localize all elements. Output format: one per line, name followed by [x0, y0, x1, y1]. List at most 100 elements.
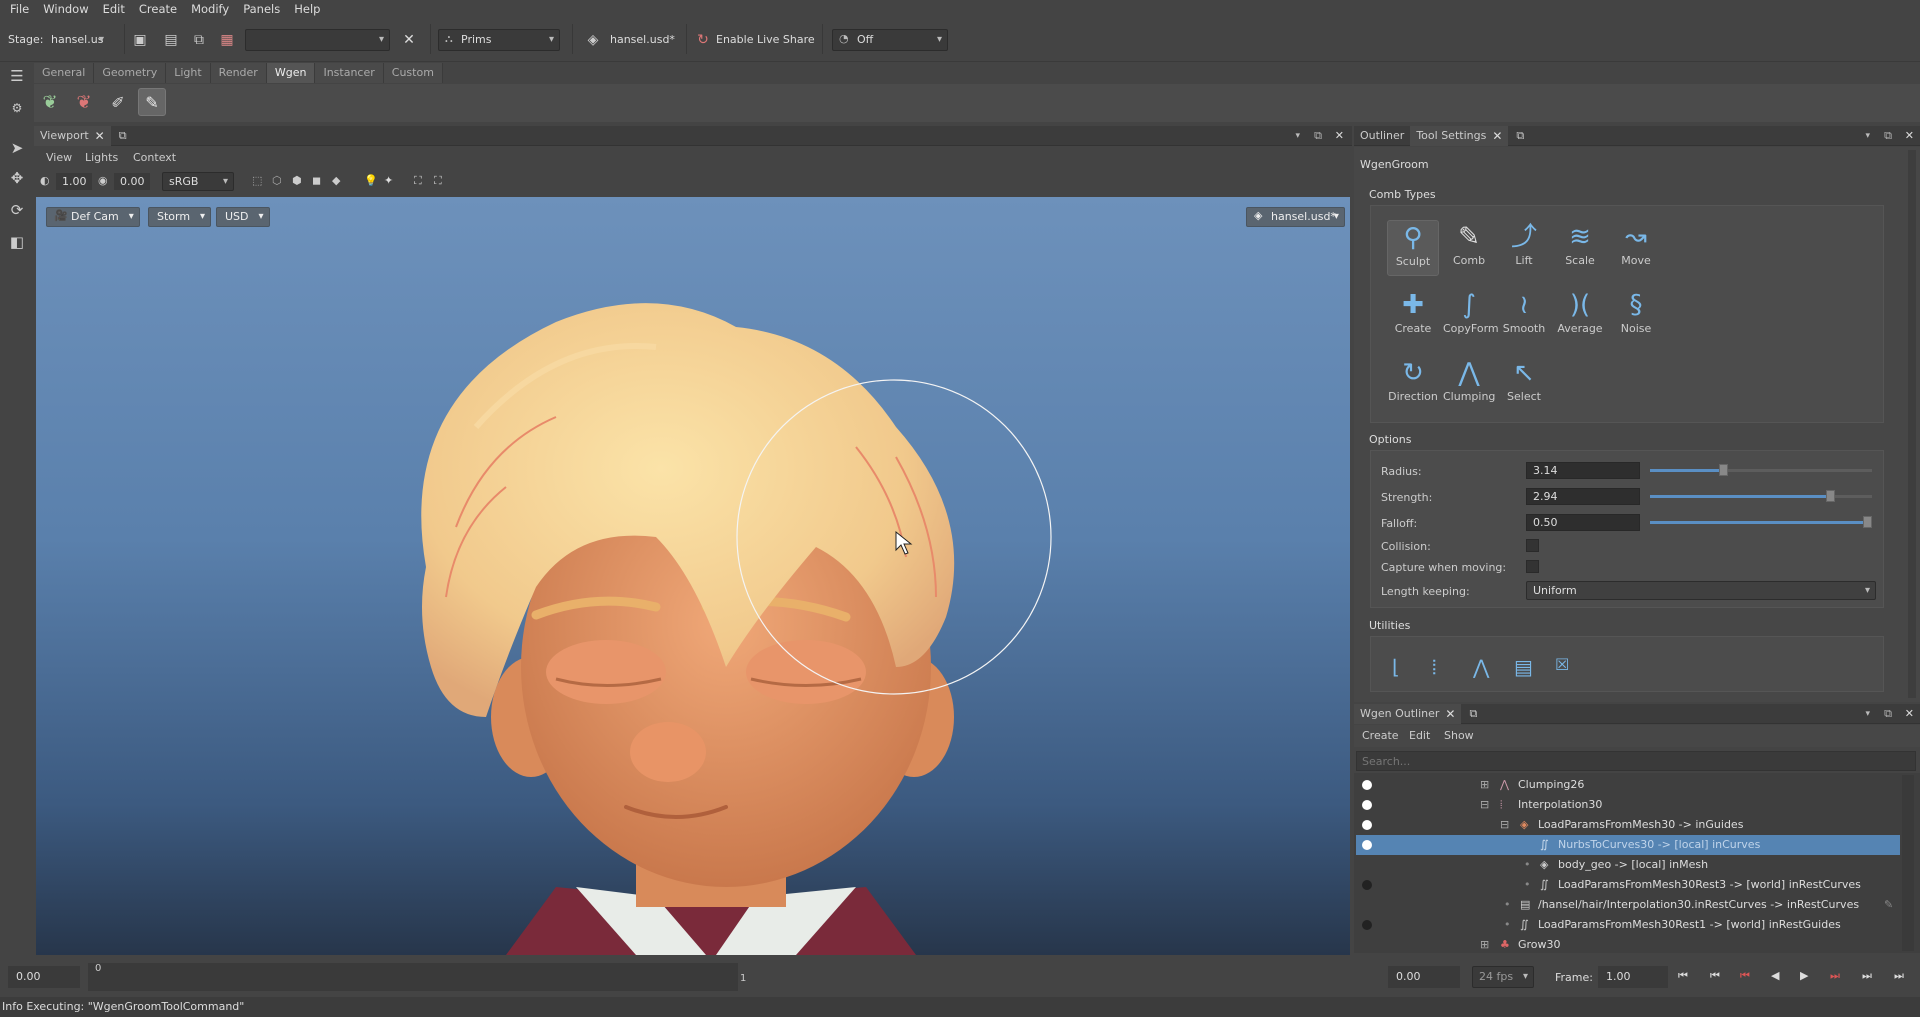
visibility-dot[interactable]: [1362, 840, 1372, 850]
enable-live-share-button[interactable]: Enable Live Share: [716, 33, 815, 46]
gamma-field[interactable]: 0.00: [114, 173, 150, 190]
chevron-down-icon[interactable]: ▾: [1865, 131, 1870, 141]
comb-type-sculpt[interactable]: ⚲ Sculpt: [1387, 220, 1439, 276]
comb-type-lift[interactable]: ⤴ Lift: [1498, 220, 1550, 276]
tab-tool-settings[interactable]: Tool Settings ✕: [1410, 125, 1509, 146]
groom-tool-icon[interactable]: ✎: [138, 88, 166, 116]
viewport-menu-view[interactable]: View: [46, 151, 72, 164]
visibility-dot[interactable]: [1362, 920, 1372, 930]
fps-dropdown[interactable]: 24 fps: [1472, 966, 1534, 988]
expand-icon[interactable]: ⊞: [1480, 775, 1489, 795]
play-backward-icon[interactable]: ◀: [1771, 969, 1779, 982]
float-panel-icon[interactable]: ⧉: [1884, 129, 1892, 143]
select-tool-icon[interactable]: ➤: [7, 138, 27, 158]
float-panel-icon[interactable]: ⧉: [1314, 129, 1322, 143]
step-back-key-icon[interactable]: ⏮: [1710, 969, 1720, 983]
lamp-icon[interactable]: ✦: [384, 174, 393, 187]
go-to-start-icon[interactable]: ⏮: [1678, 969, 1688, 983]
length-keeping-dropdown[interactable]: Uniform: [1526, 581, 1876, 600]
visibility-dot[interactable]: [1362, 780, 1372, 790]
outliner-scrollbar[interactable]: [1902, 775, 1914, 951]
outliner-menu-edit[interactable]: Edit: [1409, 729, 1430, 742]
delete-guide-icon[interactable]: ⌊: [1392, 655, 1400, 679]
comb-type-clumping[interactable]: ⋀ Clumping: [1443, 356, 1495, 412]
outliner-search-input[interactable]: [1356, 751, 1916, 771]
collapse-icon[interactable]: ⊟: [1480, 795, 1489, 815]
time-slider[interactable]: [88, 963, 738, 991]
colorspace-dropdown[interactable]: sRGB: [162, 172, 234, 191]
clump-guide-icon[interactable]: ⋀: [1473, 655, 1489, 679]
frame-all-icon[interactable]: ⛶: [414, 174, 422, 188]
falloff-slider[interactable]: [1650, 516, 1872, 528]
menu-window[interactable]: Window: [43, 2, 88, 16]
step-forward-key-icon[interactable]: ⏭: [1862, 969, 1872, 983]
outliner-menu-create[interactable]: Create: [1362, 729, 1399, 742]
tree-row[interactable]: • ▤ /hansel/hair/Interpolation30.inRestCur…: [1356, 895, 1900, 915]
range-start-field[interactable]: 0.00: [8, 966, 80, 988]
tab-outliner[interactable]: Outliner: [1354, 126, 1410, 146]
visibility-dot[interactable]: [1362, 820, 1372, 830]
close-panel-icon[interactable]: ✕: [1905, 129, 1914, 142]
add-tab-icon[interactable]: ⧉: [119, 129, 127, 143]
brush-icon[interactable]: ✐: [104, 88, 132, 116]
clear-layers-icon[interactable]: ▦: [218, 31, 236, 49]
radius-slider[interactable]: [1650, 464, 1872, 476]
radius-field[interactable]: 3.14: [1526, 462, 1640, 479]
strength-field[interactable]: 2.94: [1526, 488, 1640, 505]
light-icon[interactable]: 💡: [364, 174, 378, 187]
tab-viewport[interactable]: Viewport ✕: [34, 125, 111, 146]
tree-row[interactable]: • ∬ LoadParamsFromMesh30Rest1 -> [world] i…: [1356, 915, 1900, 935]
comb-type-copyform[interactable]: ∫ CopyForm: [1443, 288, 1499, 344]
textured-icon[interactable]: ◼: [312, 174, 321, 187]
prev-key-icon[interactable]: ⏮: [1740, 969, 1750, 983]
tree-row[interactable]: ⊞ ♣ Grow30: [1356, 935, 1900, 955]
viewport-canvas[interactable]: Def Cam 🎥 Storm USD hansel.usd* ◈: [36, 197, 1350, 955]
play-forward-icon[interactable]: ▶: [1800, 969, 1808, 982]
viewport-menu-lights[interactable]: Lights: [85, 151, 118, 164]
tab-light[interactable]: Light: [166, 63, 211, 83]
tab-instancer[interactable]: Instancer: [315, 63, 384, 83]
expand-icon[interactable]: ⊞: [1480, 935, 1489, 955]
float-panel-icon[interactable]: ⧉: [1884, 707, 1892, 721]
next-key-icon[interactable]: ⏭: [1830, 969, 1840, 983]
close-icon[interactable]: ✕: [1492, 126, 1502, 146]
tab-custom[interactable]: Custom: [383, 63, 443, 83]
comb-type-average[interactable]: )(Average: [1554, 288, 1606, 344]
move-tool-icon[interactable]: ✥: [7, 168, 27, 188]
save-layers-icon[interactable]: ⧉: [190, 31, 208, 49]
visibility-dot[interactable]: [1362, 800, 1372, 810]
tree-row[interactable]: • ∬ LoadParamsFromMesh30Rest3 -> [world] i…: [1356, 875, 1900, 895]
add-tab-icon[interactable]: ⧉: [1516, 129, 1524, 143]
tab-wgen-outliner[interactable]: Wgen Outliner ✕: [1354, 703, 1462, 724]
collision-checkbox[interactable]: [1526, 539, 1539, 552]
tree-row[interactable]: ⊟ ◈ LoadParamsFromMesh30 -> inGuides: [1356, 815, 1900, 835]
comb-type-noise[interactable]: § Noise: [1610, 288, 1662, 344]
tree-row[interactable]: ⊟ ⦙ Interpolation30: [1356, 795, 1900, 815]
tree-row-selected[interactable]: ∬ NurbsToCurves30 -> [local] inCurves: [1356, 835, 1900, 855]
cube-shaded-icon[interactable]: ⬢: [292, 174, 302, 187]
gear-icon[interactable]: ⚙: [7, 98, 27, 118]
layer-name[interactable]: hansel.usd*: [610, 33, 675, 46]
comb-type-create[interactable]: ✚ Create: [1387, 288, 1439, 344]
go-to-end-icon[interactable]: ⏭: [1894, 969, 1904, 983]
menu-help[interactable]: Help: [294, 2, 320, 16]
tab-geometry[interactable]: Geometry: [94, 63, 167, 83]
comb-type-comb[interactable]: ✎ Comb: [1443, 220, 1495, 276]
close-icon[interactable]: ✕: [1445, 704, 1455, 724]
stage-image-icon[interactable]: ▣: [131, 31, 149, 49]
collapse-icon[interactable]: ⊟: [1500, 815, 1509, 835]
close-icon[interactable]: ✕: [95, 126, 105, 146]
live-share-mode-dropdown[interactable]: Off: [832, 29, 948, 51]
visibility-dot[interactable]: [1362, 880, 1372, 890]
menu-modify[interactable]: Modify: [191, 2, 229, 16]
open-folder-icon[interactable]: ▤: [162, 31, 180, 49]
falloff-field[interactable]: 0.50: [1526, 514, 1640, 531]
tab-render[interactable]: Render: [210, 63, 267, 83]
tool-settings-scrollbar[interactable]: [1908, 150, 1916, 698]
wgen-delete-icon[interactable]: ❦: [70, 88, 98, 116]
chevron-down-icon[interactable]: ▾: [1865, 709, 1870, 719]
tree-row[interactable]: ⊞ ⋀ Clumping26: [1356, 775, 1900, 795]
comb-type-select[interactable]: ↖ Select: [1498, 356, 1550, 412]
exposure-field[interactable]: 1.00: [56, 173, 92, 190]
menu-icon[interactable]: ☰: [7, 66, 27, 86]
